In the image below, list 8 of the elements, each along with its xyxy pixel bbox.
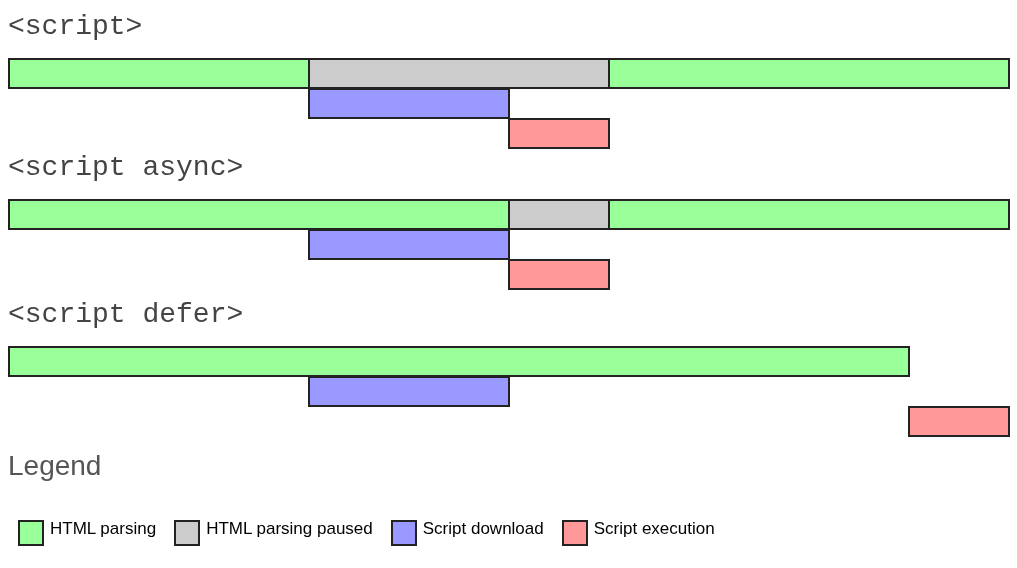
- section-title: <script defer>: [8, 299, 244, 331]
- legend-label: Script download: [422, 518, 544, 541]
- legend-label: Script execution: [593, 518, 715, 541]
- legend-title: Legend: [8, 450, 102, 482]
- section-title: <script async>: [8, 152, 244, 184]
- section-title: <script>: [8, 11, 143, 43]
- legend-label: HTML parsing: [50, 518, 157, 541]
- legend-label: HTML parsing paused: [206, 518, 373, 541]
